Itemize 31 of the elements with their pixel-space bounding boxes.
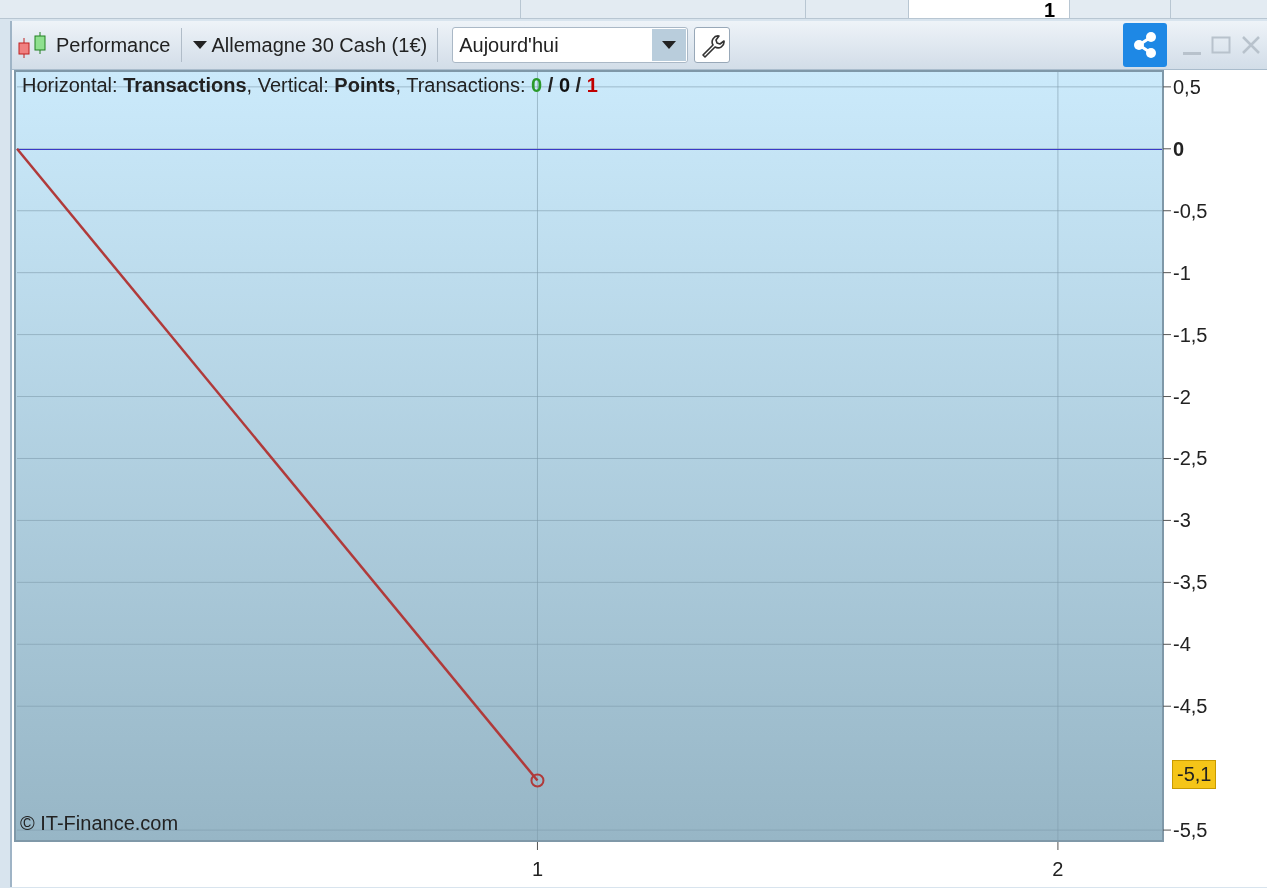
axis-label: -1: [1173, 261, 1191, 284]
share-button[interactable]: [1123, 23, 1167, 67]
axis-label: 1: [531, 858, 543, 880]
chart-legend: Horizontal: Transactions, Vertical: Points, Transactions: 0 / 0 / 1: [22, 74, 598, 97]
minimize-icon: [1183, 51, 1201, 55]
axis-label: -5,5: [1173, 819, 1208, 842]
axis-label: 2: [1052, 858, 1064, 880]
axis-label: -4,5: [1173, 695, 1208, 718]
last-value-label: -5,1: [1172, 760, 1217, 789]
instrument-selector[interactable]: Allemagne 30 Cash (1€): [191, 33, 428, 57]
caret-icon: [661, 40, 678, 50]
axis-label: -2: [1173, 385, 1191, 408]
axis-label: -1,5: [1173, 323, 1208, 346]
cell-value: 1: [1043, 2, 1056, 18]
axis-label: -2,5: [1173, 447, 1208, 470]
axis-label: 0: [1173, 137, 1185, 160]
settings-button[interactable]: [694, 27, 731, 63]
axis-label: -3: [1173, 509, 1191, 532]
axis-label: -0,5: [1173, 199, 1208, 222]
wrench-icon: [699, 32, 726, 58]
close-icon: [1241, 35, 1261, 55]
axis-label: 0,5: [1173, 75, 1201, 98]
copyright-text: © IT-Finance.com: [20, 812, 179, 835]
maximize-icon: [1211, 35, 1231, 55]
data-point: [530, 773, 545, 788]
period-dropdown[interactable]: Aujourd'hui: [452, 27, 689, 63]
dropdown-arrow-button[interactable]: [652, 29, 687, 61]
caret-icon: [191, 40, 208, 50]
axis-label: -3,5: [1173, 571, 1208, 594]
chart-type-label: Performance: [56, 33, 171, 57]
axis-label: -4: [1173, 633, 1191, 656]
